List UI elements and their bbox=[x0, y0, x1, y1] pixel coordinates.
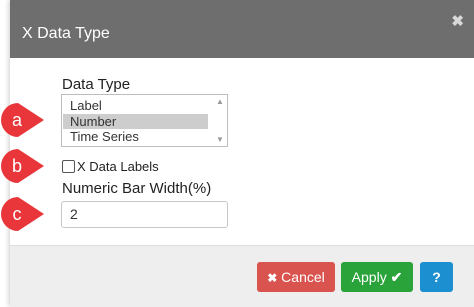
apply-button[interactable]: Apply ✔ bbox=[341, 262, 413, 292]
callout-c-letter: c bbox=[13, 204, 22, 224]
question-icon: ? bbox=[432, 269, 441, 285]
callout-c: c bbox=[1, 197, 44, 231]
cancel-button[interactable]: ✖ Cancel bbox=[257, 262, 335, 292]
x-data-labels-label: X Data Labels bbox=[77, 159, 159, 174]
callout-b-letter: b bbox=[12, 156, 22, 176]
data-type-listbox[interactable]: Label Number Time Series ▲ ▼ bbox=[61, 94, 228, 147]
listbox-scrollbar[interactable]: ▲ ▼ bbox=[212, 95, 227, 146]
x-data-type-dialog: X Data Type ✖ Data Type Label Number Tim… bbox=[10, 0, 474, 307]
numeric-bar-width-input[interactable]: 2 bbox=[61, 201, 228, 228]
cancel-button-label: Cancel bbox=[281, 269, 325, 285]
data-type-option-time-series[interactable]: Time Series bbox=[63, 129, 208, 144]
data-type-option-number[interactable]: Number bbox=[63, 114, 208, 129]
callout-a: a bbox=[1, 103, 44, 137]
scroll-down-icon[interactable]: ▼ bbox=[216, 135, 224, 144]
x-data-labels-checkbox[interactable] bbox=[62, 160, 75, 173]
callout-a-letter: a bbox=[12, 110, 23, 130]
help-button[interactable]: ? bbox=[420, 262, 453, 292]
dialog-title: X Data Type bbox=[22, 25, 110, 42]
callout-b: b bbox=[1, 149, 44, 183]
dialog-header: X Data Type ✖ bbox=[10, 0, 474, 58]
check-icon: ✔ bbox=[390, 269, 403, 285]
numeric-bar-width-label: Numeric Bar Width(%) bbox=[62, 180, 212, 197]
data-type-label: Data Type bbox=[62, 76, 131, 93]
times-icon: ✖ bbox=[267, 271, 278, 285]
scroll-up-icon[interactable]: ▲ bbox=[216, 97, 224, 106]
apply-button-label: Apply bbox=[351, 269, 387, 285]
close-icon[interactable]: ✖ bbox=[451, 12, 464, 30]
data-type-option-label[interactable]: Label bbox=[63, 98, 208, 113]
dialog-footer: ✖ Cancel Apply ✔ ? bbox=[10, 245, 474, 307]
